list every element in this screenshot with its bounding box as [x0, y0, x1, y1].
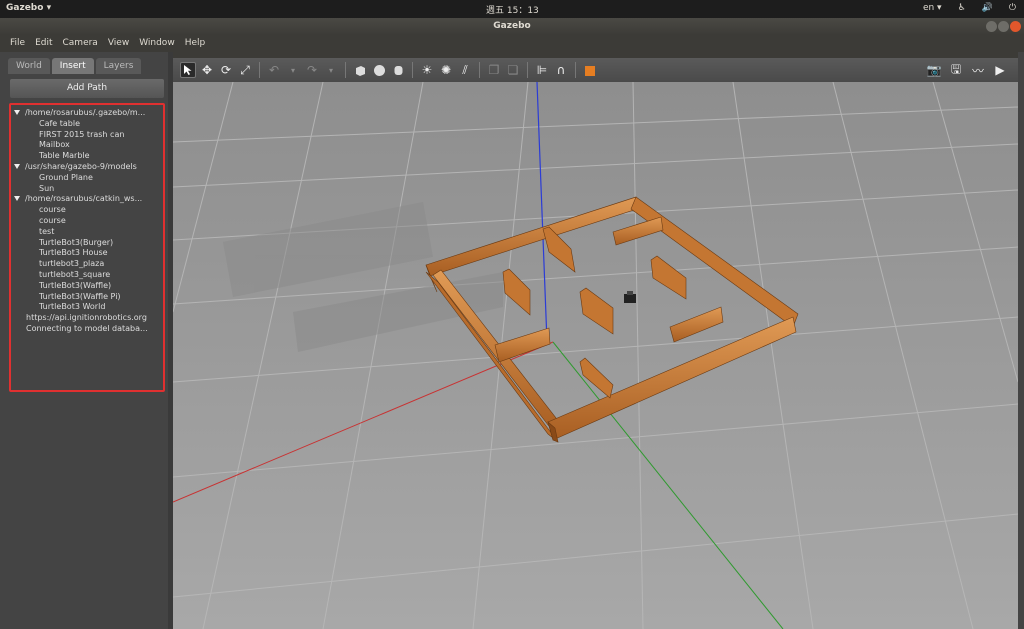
language-label: en — [922, 3, 935, 13]
right-panel-handle[interactable] — [1018, 52, 1024, 629]
log-icon[interactable]: 🖫 — [948, 62, 964, 78]
system-top-bar: Gazebo ▾ 週五 15：13 en ▾ ♿ 🔊 ⏻ — [0, 0, 1024, 18]
maximize-button[interactable] — [998, 21, 1009, 32]
paste-icon[interactable]: ❏ — [505, 62, 521, 78]
snap-icon[interactable]: ∩ — [553, 62, 569, 78]
list-item[interactable]: FIRST 2015 trash can — [11, 130, 163, 141]
copy-icon[interactable]: ❐ — [486, 62, 502, 78]
tree-group-label: /home/rosarubus/catkin_ws... — [25, 194, 143, 204]
toolbar: ✥ ⟳ ⤢ ↶ ▾ ↷ ▾ ☀ ✺ ⫽ ❐ ❏ ⊫ ∩ 📷 🖫 〰 ▶ — [173, 58, 1018, 82]
cylinder-icon[interactable] — [390, 62, 406, 78]
list-item[interactable]: TurtleBot3(Waffle Pi) — [11, 292, 163, 303]
list-item[interactable]: TurtleBot3(Waffle) — [11, 281, 163, 292]
list-item[interactable]: Table Marble — [11, 151, 163, 162]
list-item[interactable]: turtlebot3_square — [11, 270, 163, 281]
window-title: Gazebo — [493, 21, 531, 31]
sphere-icon[interactable] — [371, 62, 387, 78]
list-item[interactable]: Sun — [11, 184, 163, 195]
menu-bar: File Edit Camera View Window Help — [0, 35, 1024, 52]
accessibility-icon[interactable]: ♿ — [958, 3, 966, 13]
tree-group-label: /usr/share/gazebo-9/models — [25, 161, 137, 171]
menu-window[interactable]: Window — [134, 35, 180, 52]
translate-icon[interactable]: ✥ — [199, 62, 215, 78]
list-item[interactable]: test — [11, 227, 163, 238]
select-arrow-icon[interactable] — [180, 62, 196, 78]
scale-icon[interactable]: ⤢ — [237, 62, 253, 78]
close-button[interactable] — [1010, 21, 1021, 32]
directional-light-icon[interactable]: ⫽ — [457, 62, 473, 78]
list-item[interactable]: Mailbox — [11, 140, 163, 151]
align-icon[interactable]: ⊫ — [534, 62, 550, 78]
power-icon[interactable]: ⏻ — [1009, 3, 1016, 13]
language-indicator[interactable]: en ▾ — [923, 3, 942, 13]
clock[interactable]: 週五 15：13 — [486, 3, 539, 16]
expand-icon[interactable] — [14, 110, 20, 115]
tab-insert[interactable]: Insert — [51, 58, 94, 74]
left-panel: World Insert Layers Add Path /home/rosar… — [0, 52, 168, 629]
undo-icon[interactable]: ↶ — [266, 62, 282, 78]
tree-group-gazebo-models[interactable]: /home/rosarubus/.gazebo/m... — [11, 108, 163, 119]
toolbar-right: 📷 🖫 〰 ▶ — [926, 62, 1008, 78]
list-item[interactable]: Cafe table — [11, 119, 163, 130]
list-item[interactable]: TurtleBot3(Burger) — [11, 238, 163, 249]
toolbar-separator — [479, 62, 480, 78]
redo-icon[interactable]: ↷ — [304, 62, 320, 78]
expand-icon[interactable] — [14, 163, 20, 169]
view-angle-icon[interactable] — [582, 62, 598, 78]
toolbar-separator — [259, 62, 260, 78]
box-icon[interactable] — [352, 62, 368, 78]
ground-plane — [173, 82, 1018, 629]
expand-icon[interactable] — [14, 196, 20, 202]
menu-file[interactable]: File — [5, 35, 30, 52]
toolbar-separator — [412, 62, 413, 78]
toolbar-separator — [527, 62, 528, 78]
tab-world[interactable]: World — [8, 58, 50, 74]
3d-viewport[interactable] — [173, 82, 1018, 629]
menu-camera[interactable]: Camera — [58, 35, 103, 52]
list-item[interactable]: course — [11, 205, 163, 216]
list-item[interactable]: turtlebot3_plaza — [11, 259, 163, 270]
toolbar-separator — [575, 62, 576, 78]
menu-help[interactable]: Help — [180, 35, 211, 52]
tree-group-label: /home/rosarubus/.gazebo/m... — [25, 108, 146, 117]
tab-layers[interactable]: Layers — [95, 58, 142, 74]
record-video-icon[interactable]: ▶ — [992, 62, 1008, 78]
menu-view[interactable]: View — [103, 35, 134, 52]
list-item[interactable]: TurtleBot3 World — [11, 302, 163, 313]
remote-database-item[interactable]: https://api.ignitionrobotics.org — [11, 313, 163, 324]
window-title-bar: Gazebo — [0, 18, 1024, 35]
tree-group-catkin-models[interactable]: /home/rosarubus/catkin_ws... — [11, 194, 163, 205]
list-item[interactable]: course — [11, 216, 163, 227]
model-tree: /home/rosarubus/.gazebo/m... Cafe table … — [9, 103, 165, 392]
minimize-button[interactable] — [986, 21, 997, 32]
scene-render — [173, 82, 1018, 629]
redo-history-icon[interactable]: ▾ — [323, 62, 339, 78]
add-path-button[interactable]: Add Path — [10, 79, 164, 98]
menu-edit[interactable]: Edit — [30, 35, 57, 52]
panel-tabs: World Insert Layers — [8, 58, 142, 74]
list-item[interactable]: Ground Plane — [11, 173, 163, 184]
spot-light-icon[interactable]: ✺ — [438, 62, 454, 78]
toolbar-separator — [345, 62, 346, 78]
screenshot-icon[interactable]: 📷 — [926, 62, 942, 78]
tree-group-system-models[interactable]: /usr/share/gazebo-9/models — [11, 162, 163, 173]
plot-icon[interactable]: 〰 — [970, 62, 986, 78]
app-menu[interactable]: Gazebo ▾ — [6, 3, 51, 13]
point-light-icon[interactable]: ☀ — [419, 62, 435, 78]
rotate-icon[interactable]: ⟳ — [218, 62, 234, 78]
connection-status: Connecting to model databa... — [26, 323, 148, 333]
volume-icon[interactable]: 🔊 — [982, 3, 993, 13]
app-name: Gazebo — [6, 3, 44, 13]
list-item[interactable]: TurtleBot3 House — [11, 248, 163, 259]
undo-history-icon[interactable]: ▾ — [285, 62, 301, 78]
